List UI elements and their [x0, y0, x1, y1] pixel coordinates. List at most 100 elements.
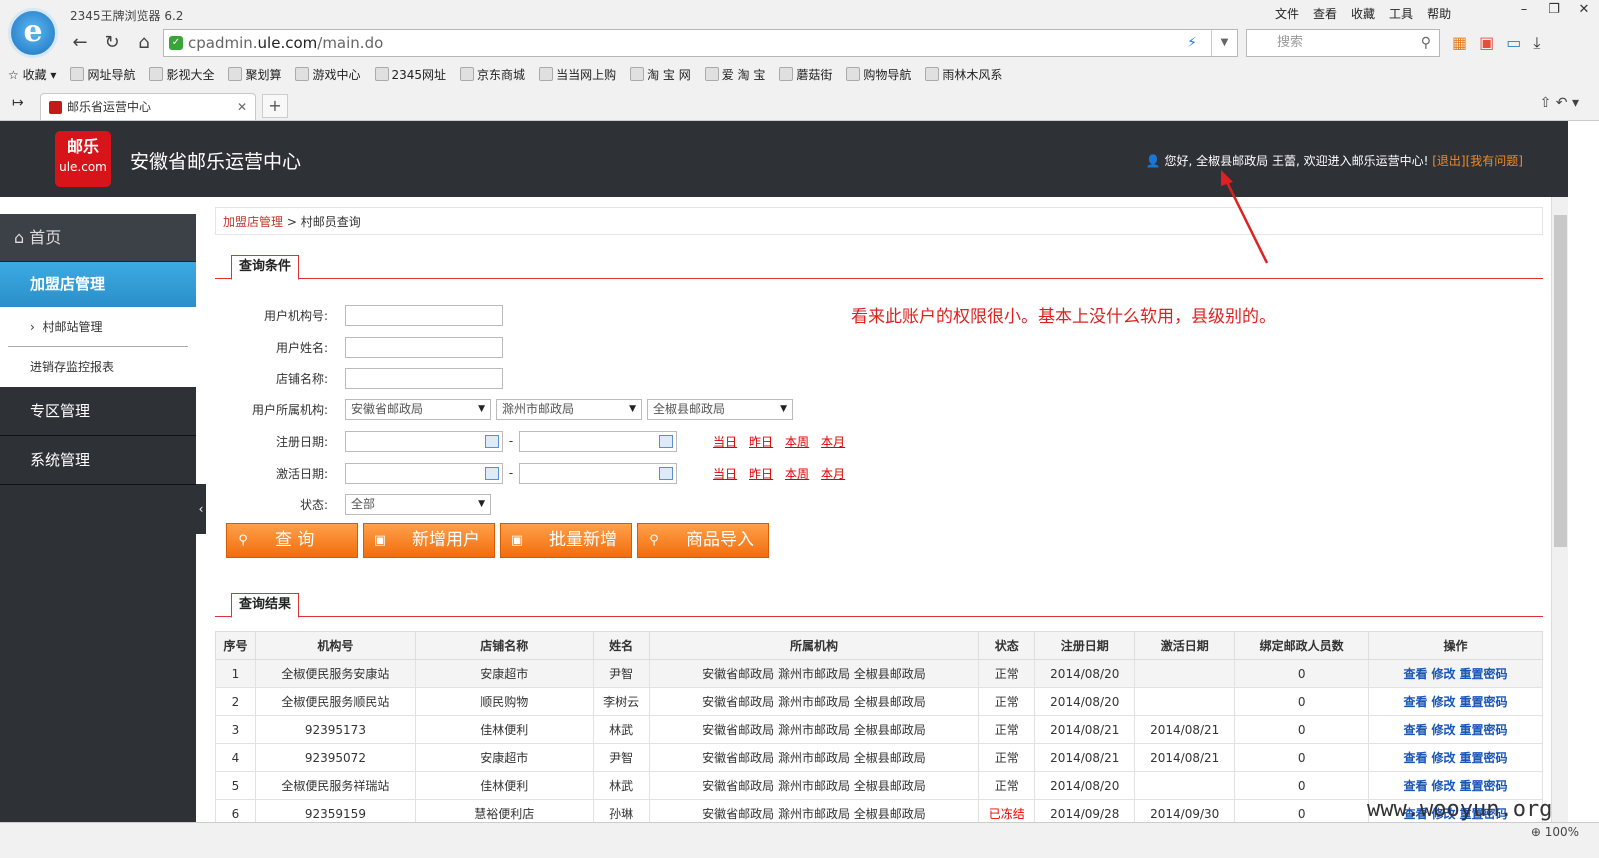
menu-favorites[interactable]: 收藏	[1351, 5, 1375, 22]
add-user-button[interactable]: ▣ 新增用户	[363, 523, 495, 558]
status-select[interactable]: 全部 ▼	[345, 493, 491, 515]
minimize-icon[interactable]: –	[1509, 0, 1539, 22]
reset-password-link[interactable]: 重置密码	[1460, 751, 1508, 765]
view-link[interactable]: 查看	[1404, 667, 1428, 681]
sidebar-item-inventory-report[interactable]: 进销存监控报表	[8, 347, 188, 387]
col-header[interactable]: 激活日期	[1134, 631, 1236, 660]
reset-password-link[interactable]: 重置密码	[1460, 695, 1508, 709]
col-header[interactable]: 状态	[978, 631, 1036, 660]
calendar-icon[interactable]	[659, 434, 673, 448]
sidebar-item-franchise[interactable]: 加盟店管理	[0, 262, 196, 307]
back-icon[interactable]: ←	[68, 31, 92, 55]
table-row[interactable]: 1 全椒便民服务安康站 安康超市 尹智 安徽省邮政局 滁州市邮政局 全椒县邮政局…	[215, 659, 1543, 688]
view-link[interactable]: 查看	[1404, 751, 1428, 765]
ule-logo[interactable]: 邮乐 ule.com	[55, 131, 111, 187]
org-county-select[interactable]: 全椒县邮政局 ▼	[647, 398, 793, 420]
sidebar-item-zone[interactable]: 专区管理	[0, 387, 196, 436]
maximize-icon[interactable]: ❐	[1539, 0, 1569, 22]
col-header[interactable]: 所属机构	[648, 631, 980, 660]
new-tab-button[interactable]: +	[262, 94, 288, 118]
view-link[interactable]: 查看	[1404, 723, 1428, 737]
batch-add-button[interactable]: ▣ 批量新增	[500, 523, 632, 558]
reset-password-link[interactable]: 重置密码	[1460, 667, 1508, 681]
home-icon[interactable]: ⌂	[132, 31, 156, 55]
menu-tools[interactable]: 工具	[1389, 5, 1413, 22]
browser-search-box[interactable]: 搜索 ⚲	[1246, 29, 1440, 57]
bookmark-item[interactable]: 淘 宝 网	[630, 66, 691, 83]
col-header[interactable]: 店铺名称	[414, 631, 594, 660]
tab-close-icon[interactable]: ✕	[237, 94, 247, 120]
quick-week[interactable]: 本周	[785, 433, 809, 450]
org-city-select[interactable]: 滁州市邮政局 ▼	[496, 398, 642, 420]
view-link[interactable]: 查看	[1404, 779, 1428, 793]
import-goods-button[interactable]: ⚲ 商品导入	[637, 523, 769, 558]
quick-month[interactable]: 本月	[821, 465, 845, 482]
menu-help[interactable]: 帮助	[1427, 5, 1451, 22]
quick-week[interactable]: 本周	[785, 465, 809, 482]
table-row[interactable]: 3 92395173 佳林便利 林武 安徽省邮政局 滁州市邮政局 全椒县邮政局 …	[215, 715, 1543, 744]
search-icon[interactable]: ⚲	[1421, 30, 1431, 56]
col-header[interactable]: 姓名	[592, 631, 650, 660]
edit-link[interactable]: 修改	[1432, 779, 1456, 793]
reset-password-link[interactable]: 重置密码	[1460, 779, 1508, 793]
sidebar-item-home[interactable]: ⌂ 首页	[0, 214, 196, 262]
reg-date-start-input[interactable]	[345, 430, 503, 452]
bookmark-item[interactable]: 蘑菇街	[779, 66, 832, 83]
quick-yesterday[interactable]: 昨日	[749, 465, 773, 482]
bookmark-favorites[interactable]: ☆ 收藏 ▾	[8, 66, 56, 83]
org-no-input[interactable]	[345, 304, 503, 326]
calendar-icon[interactable]	[485, 466, 499, 480]
bookmark-item[interactable]: 网址导航	[70, 66, 135, 83]
table-row[interactable]: 2 全椒便民服务顺民站 顺民购物 李树云 安徽省邮政局 滁州市邮政局 全椒县邮政…	[215, 687, 1543, 716]
calendar-icon[interactable]	[659, 466, 673, 480]
address-dropdown-icon[interactable]: ▼	[1211, 30, 1237, 56]
bookmark-item[interactable]: 2345网址	[374, 66, 446, 83]
reset-password-link[interactable]: 重置密码	[1460, 723, 1508, 737]
user-name-input[interactable]	[345, 336, 503, 358]
act-date-start-input[interactable]	[345, 462, 503, 484]
quick-yesterday[interactable]: 昨日	[749, 433, 773, 450]
close-icon[interactable]: ✕	[1569, 0, 1599, 22]
col-header[interactable]: 机构号	[254, 631, 416, 660]
game-icon[interactable]: ▣	[1479, 33, 1494, 53]
screen-icon[interactable]: ▭	[1506, 33, 1521, 53]
sidebar-collapse-icon[interactable]: ‹	[196, 484, 206, 534]
bookmark-item[interactable]: 爱 淘 宝	[704, 66, 765, 83]
shop-name-input[interactable]	[345, 367, 503, 389]
bookmark-item[interactable]: 雨林木风系	[925, 66, 1002, 83]
view-link[interactable]: 查看	[1404, 695, 1428, 709]
col-header[interactable]: 绑定邮政人员数	[1234, 631, 1370, 660]
scrollbar-thumb[interactable]	[1554, 215, 1567, 547]
page-scrollbar[interactable]	[1551, 197, 1568, 822]
menu-view[interactable]: 查看	[1313, 5, 1337, 22]
tab-active[interactable]: 邮乐省运营中心 ✕	[40, 93, 256, 120]
bookmark-item[interactable]: 聚划算	[228, 66, 281, 83]
edit-link[interactable]: 修改	[1432, 695, 1456, 709]
logout-link[interactable]: [退出]	[1432, 154, 1465, 168]
apps-grid-icon[interactable]: ▦	[1452, 33, 1467, 53]
quick-today[interactable]: 当日	[713, 465, 737, 482]
help-link[interactable]: [我有问题]	[1466, 154, 1523, 168]
download-icon[interactable]: ⤓	[1533, 33, 1540, 53]
table-row[interactable]: 5 全椒便民服务祥瑞站 佳林便利 林武 安徽省邮政局 滁州市邮政局 全椒县邮政局…	[215, 771, 1543, 800]
breadcrumb-level1[interactable]: 加盟店管理	[223, 215, 283, 229]
sidebar-item-village-station[interactable]: › 村邮站管理	[8, 307, 188, 347]
undo-close-icon[interactable]: ⇧ ↶ ▾	[1540, 95, 1579, 111]
bookmark-item[interactable]: 京东商城	[460, 66, 525, 83]
address-bar[interactable]: ✓ cpadmin.ule.com/main.do ⚡ ▼	[163, 29, 1238, 57]
sidebar-item-system[interactable]: 系统管理	[0, 436, 196, 485]
edit-link[interactable]: 修改	[1432, 667, 1456, 681]
menu-file[interactable]: 文件	[1275, 5, 1299, 22]
quick-month[interactable]: 本月	[821, 433, 845, 450]
bookmark-item[interactable]: 当当网上购	[539, 66, 616, 83]
edit-link[interactable]: 修改	[1432, 751, 1456, 765]
org-province-select[interactable]: 安徽省邮政局 ▼	[345, 398, 491, 420]
refresh-icon[interactable]: ↻	[100, 31, 124, 55]
col-header[interactable]: 序号	[215, 631, 256, 660]
zoom-level[interactable]: ⊕ 100%	[1531, 825, 1579, 839]
quick-today[interactable]: 当日	[713, 433, 737, 450]
speed-bolt-icon[interactable]: ⚡	[1187, 30, 1197, 56]
bookmark-item[interactable]: 游戏中心	[295, 66, 361, 83]
query-button[interactable]: ⚲ 查 询	[226, 523, 358, 558]
calendar-icon[interactable]	[485, 434, 499, 448]
